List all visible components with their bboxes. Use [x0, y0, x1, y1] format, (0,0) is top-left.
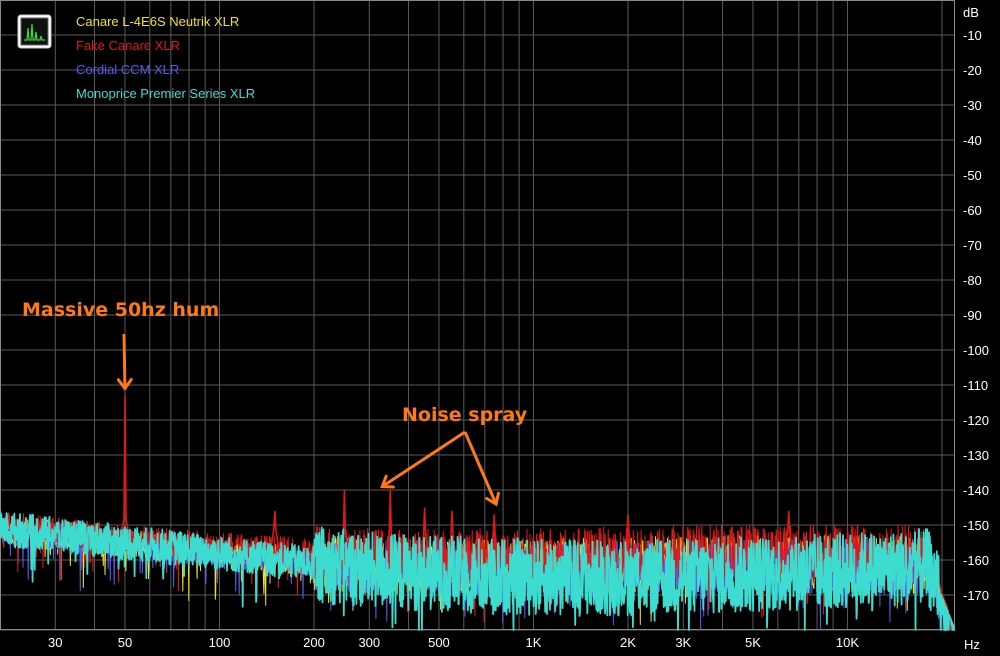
x-tick-label: 1K — [526, 635, 542, 650]
x-axis-unit: Hz — [964, 637, 980, 652]
y-tick-label: -50 — [963, 168, 982, 183]
y-tick-label: -80 — [963, 273, 982, 288]
legend-entry: Monoprice Premier Series XLR — [76, 86, 255, 101]
y-tick-label: -60 — [963, 203, 982, 218]
legend-entry: Fake Canare XLR — [76, 38, 180, 53]
x-tick-label: 5K — [745, 635, 761, 650]
y-tick-label: -130 — [963, 448, 989, 463]
x-tick-label: 30 — [48, 635, 62, 650]
legend-entry: Canare L-4E6S Neutrik XLR — [76, 14, 239, 29]
y-tick-label: -10 — [963, 28, 982, 43]
x-tick-label: 300 — [358, 635, 380, 650]
annotation-arrow — [122, 333, 127, 389]
x-tick-label: 100 — [209, 635, 231, 650]
y-tick-label: -30 — [963, 98, 982, 113]
y-tick-label: -70 — [963, 238, 982, 253]
spectrum-window-icon[interactable] — [17, 14, 52, 49]
x-tick-label: 10K — [836, 635, 859, 650]
y-tick-label: -160 — [963, 553, 989, 568]
annotation-label: Massive 50hz hum — [22, 299, 219, 321]
y-tick-label: -100 — [963, 343, 989, 358]
y-tick-label: -110 — [963, 378, 988, 393]
x-tick-label: 200 — [303, 635, 325, 650]
annotation-label: Noise spray — [402, 404, 528, 426]
y-axis-unit: dB — [963, 5, 979, 20]
x-tick-label: 2K — [620, 635, 636, 650]
y-tick-label: -20 — [963, 63, 982, 78]
x-tick-label: 3K — [675, 635, 691, 650]
spectrum-chart: Massive 50hz hum Noise spray -10 -20 -30 -40… — [0, 0, 1000, 656]
legend-entry: Cordial CCM XLR — [76, 62, 179, 77]
y-tick-label: -170 — [963, 588, 989, 603]
y-tick-label: -120 — [963, 413, 989, 428]
y-tick-label: -140 — [963, 483, 989, 498]
y-tick-label: -40 — [963, 133, 982, 148]
x-tick-label: 500 — [428, 635, 450, 650]
y-tick-label: -90 — [963, 308, 982, 323]
x-tick-label: 50 — [118, 635, 132, 650]
y-tick-label: -150 — [963, 518, 989, 533]
